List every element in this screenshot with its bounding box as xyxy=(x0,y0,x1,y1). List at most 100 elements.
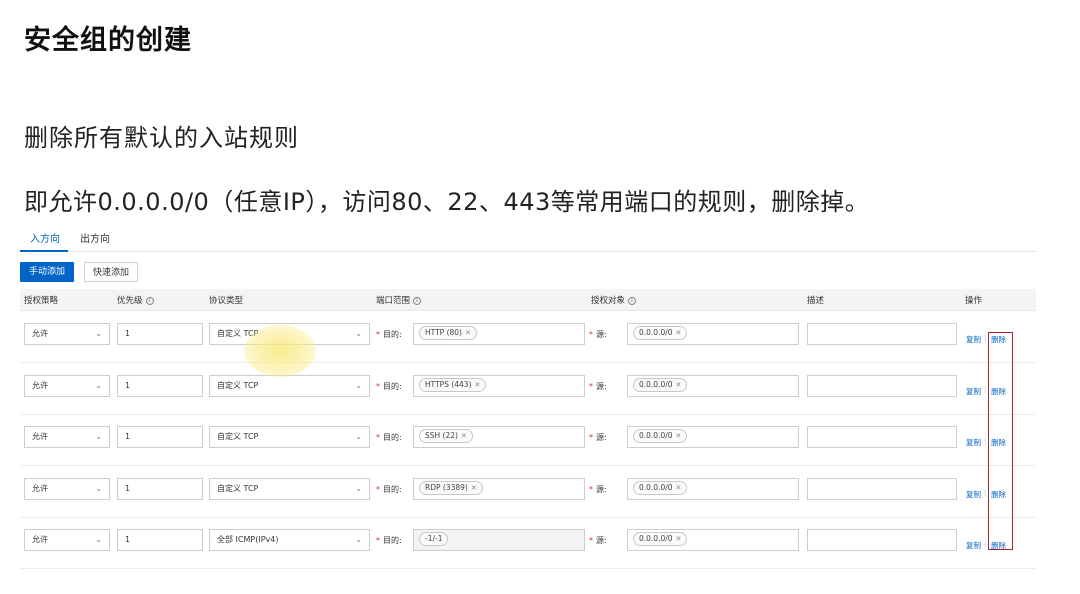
chevron-down-icon: ⌄ xyxy=(355,535,362,544)
description-input[interactable] xyxy=(807,323,957,345)
source-tag-text: 0.0.0.0/0 xyxy=(639,328,673,337)
protocol-value: 自定义 TCP xyxy=(217,380,259,390)
source-field[interactable]: 0.0.0.0/0 ✕ xyxy=(627,323,799,345)
info-icon[interactable]: i xyxy=(413,296,422,305)
action-separator: | xyxy=(984,334,987,342)
close-icon[interactable]: ✕ xyxy=(676,535,682,543)
table-row: 允许 ⌄ 1 自定义 TCP ⌄ * 目的: RDP (3389) ✕ * 源: 0.0.0.0/0 ✕… xyxy=(20,467,1036,518)
source-tag: 0.0.0.0/0 ✕ xyxy=(633,480,688,495)
table-row: 允许 ⌄ 1 全部 ICMP(IPv4) ⌄ * 目的: -1/-1 * 源: 0.0.0.0/0 ✕… xyxy=(20,518,1036,569)
required-mark: * xyxy=(376,330,380,339)
protocol-value: 自定义 TCP xyxy=(217,483,259,493)
port-tag: HTTP (80) ✕ xyxy=(419,326,477,340)
destination-label-text: 目的: xyxy=(383,381,402,391)
close-icon[interactable]: ✕ xyxy=(475,381,481,389)
priority-input[interactable]: 1 xyxy=(117,374,203,397)
close-icon[interactable]: ✕ xyxy=(465,329,471,337)
port-range-field[interactable]: RDP (3389) ✕ xyxy=(413,477,585,500)
priority-input[interactable]: 1 xyxy=(117,426,203,448)
close-icon[interactable]: ✕ xyxy=(471,484,477,492)
port-range-field[interactable]: -1/-1 xyxy=(413,529,585,551)
tab-outbound[interactable]: 出方向 xyxy=(80,230,110,245)
source-tag: 0.0.0.0/0 ✕ xyxy=(633,326,688,340)
source-tag: 0.0.0.0/0 ✕ xyxy=(633,429,688,443)
tab-inbound[interactable]: 入方向 xyxy=(30,230,60,245)
close-icon[interactable]: ✕ xyxy=(676,484,682,492)
priority-input[interactable]: 1 xyxy=(117,529,203,551)
chevron-down-icon: ⌄ xyxy=(95,329,102,338)
table-row: 允许 ⌄ 1 自定义 TCP ⌄ * 目的: HTTP (80) ✕ * 源: 0.0.0.0/0 ✕ 复… xyxy=(20,312,1036,363)
description-input[interactable] xyxy=(807,529,957,551)
copy-link[interactable]: 复制 xyxy=(966,386,981,397)
manual-add-button[interactable]: 手动添加 xyxy=(20,262,74,282)
action-separator: | xyxy=(984,488,987,497)
header-source-label: 授权对象 xyxy=(591,296,626,306)
destination-label-text: 目的: xyxy=(383,330,402,339)
copy-link[interactable]: 复制 xyxy=(966,334,981,345)
quick-add-button[interactable]: 快速添加 xyxy=(84,262,138,282)
copy-link[interactable]: 复制 xyxy=(966,437,981,448)
table-header: 授权策略 优先级 i 协议类型 端口范围 i 授权对象 i 描述 操作 xyxy=(20,289,1036,311)
source-tag-text: 0.0.0.0/0 xyxy=(639,431,673,440)
source-label-text: 源: xyxy=(596,330,607,339)
policy-select[interactable]: 允许 ⌄ xyxy=(24,323,110,345)
protocol-value: 全部 ICMP(IPv4) xyxy=(217,535,279,544)
action-separator: | xyxy=(984,437,987,445)
protocol-select[interactable]: 自定义 TCP ⌄ xyxy=(209,323,370,345)
destination-label: * 目的: xyxy=(376,484,402,495)
port-tag-text: HTTP (80) xyxy=(425,328,462,337)
close-icon[interactable]: ✕ xyxy=(676,432,682,440)
slide-subtitle: 删除所有默认的入站规则 xyxy=(24,124,299,152)
destination-label: * 目的: xyxy=(376,329,402,340)
required-mark: * xyxy=(589,484,593,494)
source-field[interactable]: 0.0.0.0/0 ✕ xyxy=(627,477,799,500)
header-port-range-label: 端口范围 xyxy=(376,296,411,306)
table-row: 允许 ⌄ 1 自定义 TCP ⌄ * 目的: HTTPS (443) ✕ * 源: 0.0.0.0/0… xyxy=(20,364,1036,415)
copy-link[interactable]: 复制 xyxy=(966,540,981,551)
policy-select[interactable]: 允许 ⌄ xyxy=(24,374,110,397)
destination-label: * 目的: xyxy=(376,535,402,546)
header-description: 描述 xyxy=(807,296,825,306)
description-input[interactable] xyxy=(807,477,957,500)
source-tag: 0.0.0.0/0 ✕ xyxy=(633,532,688,546)
required-mark: * xyxy=(589,330,593,339)
port-range-field[interactable]: HTTP (80) ✕ xyxy=(413,323,585,345)
header-protocol: 协议类型 xyxy=(209,296,244,306)
protocol-select[interactable]: 全部 ICMP(IPv4) ⌄ xyxy=(209,529,370,551)
port-range-field[interactable]: HTTPS (443) ✕ xyxy=(413,374,585,397)
close-icon[interactable]: ✕ xyxy=(461,432,467,440)
source-field[interactable]: 0.0.0.0/0 ✕ xyxy=(627,374,799,397)
header-actions: 操作 xyxy=(965,296,983,306)
slide-description: 即允许0.0.0.0/0（任意IP），访问80、22、443等常用端口的规则，删… xyxy=(24,188,870,216)
page-title: 安全组的创建 xyxy=(24,25,192,56)
source-tag-text: 0.0.0.0/0 xyxy=(639,482,673,492)
source-field[interactable]: 0.0.0.0/0 ✕ xyxy=(627,529,799,551)
copy-link[interactable]: 复制 xyxy=(966,489,981,500)
required-mark: * xyxy=(589,536,593,545)
priority-input[interactable]: 1 xyxy=(117,477,203,500)
header-port-range: 端口范围 i xyxy=(376,294,422,306)
source-field[interactable]: 0.0.0.0/0 ✕ xyxy=(627,426,799,448)
policy-select[interactable]: 允许 ⌄ xyxy=(24,477,110,500)
chevron-down-icon: ⌄ xyxy=(355,483,362,493)
info-icon[interactable]: i xyxy=(145,296,154,305)
info-icon[interactable]: i xyxy=(628,296,637,305)
source-tag-text: 0.0.0.0/0 xyxy=(639,534,673,543)
close-icon[interactable]: ✕ xyxy=(676,329,682,337)
port-tag-text: RDP (3389) xyxy=(425,482,468,492)
source-tag: 0.0.0.0/0 ✕ xyxy=(633,377,688,392)
required-mark: * xyxy=(589,381,593,391)
policy-select[interactable]: 允许 ⌄ xyxy=(24,529,110,551)
port-range-field[interactable]: SSH (22) ✕ xyxy=(413,426,585,448)
protocol-select[interactable]: 自定义 TCP ⌄ xyxy=(209,374,370,397)
close-icon[interactable]: ✕ xyxy=(676,381,682,389)
source-label-text: 源: xyxy=(596,484,607,494)
protocol-select[interactable]: 自定义 TCP ⌄ xyxy=(209,477,370,500)
priority-input[interactable]: 1 xyxy=(117,323,203,345)
protocol-value: 自定义 TCP xyxy=(217,432,259,441)
policy-select[interactable]: 允许 ⌄ xyxy=(24,426,110,448)
description-input[interactable] xyxy=(807,374,957,397)
table-row: 允许 ⌄ 1 自定义 TCP ⌄ * 目的: SSH (22) ✕ * 源: 0.0.0.0/0 ✕ 复制… xyxy=(20,415,1036,466)
protocol-select[interactable]: 自定义 TCP ⌄ xyxy=(209,426,370,448)
description-input[interactable] xyxy=(807,426,957,448)
